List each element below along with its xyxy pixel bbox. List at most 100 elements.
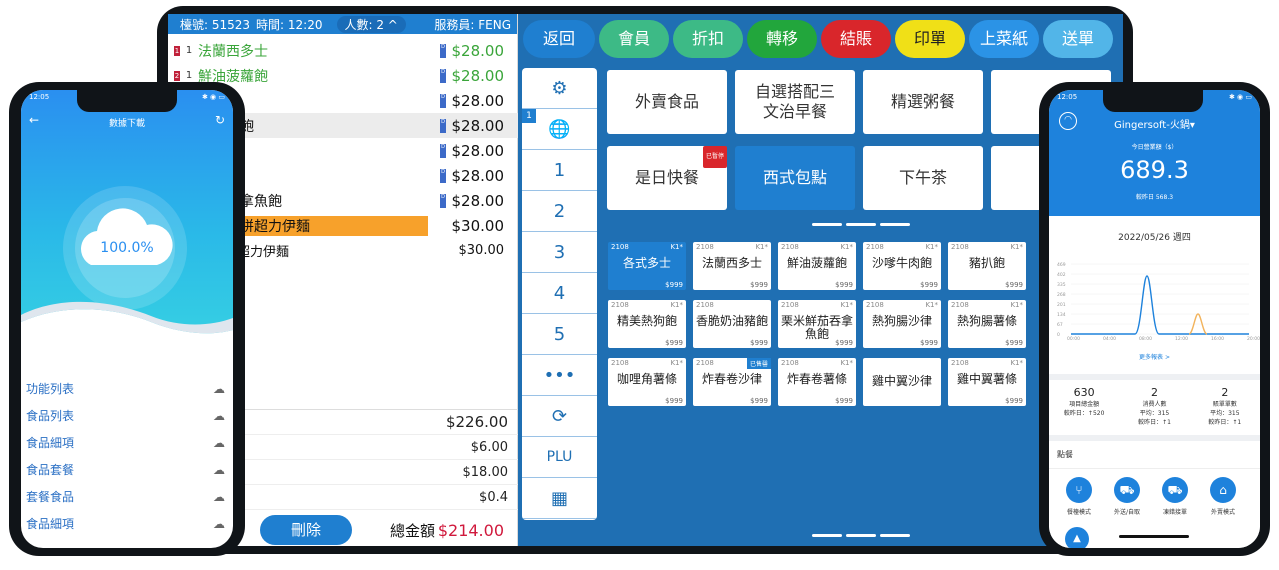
shop-selector[interactable]: Gingersoft-火鍋▾ [1049, 116, 1260, 131]
cloud-download-icon[interactable]: ☁ [213, 490, 225, 504]
item-name: 豬扒飽 [968, 256, 1005, 270]
category-tile[interactable]: 西式包點 [735, 146, 855, 210]
download-list-item[interactable]: 食品細項 ☁ [21, 510, 233, 537]
download-list-item[interactable]: 食品套餐 ☁ [21, 456, 233, 483]
more-reports-link[interactable]: 更多報表 > [1049, 352, 1260, 361]
cloud-download-icon[interactable]: ☁ [213, 409, 225, 423]
item-code: 2108 [781, 243, 799, 251]
menu-item[interactable]: 2108 K1* 各式多士 $999 [608, 242, 686, 290]
sidebar-cat-3[interactable]: 1 [522, 150, 597, 191]
toolbar-button-7[interactable]: 上菜紙 [969, 20, 1039, 58]
item-price: $28.00 [451, 166, 505, 185]
menu-item[interactable]: 2108 K1* 炸春卷薯條 $999 [778, 358, 856, 406]
discount-tag-icon: D [440, 94, 446, 108]
download-list-item[interactable]: 功能列表 ☁ [21, 375, 233, 402]
category-tile[interactable]: 下午茶 [863, 146, 983, 210]
sidebar-cat-10[interactable]: PLU [522, 437, 597, 478]
item-code: 2108 [696, 359, 714, 367]
menu-item[interactable]: 2108 K1* 咖哩角薯條 $999 [608, 358, 686, 406]
menu-item[interactable]: 2108 K1* 鮮油菠蘿飽 $999 [778, 242, 856, 290]
toolbar-button-6[interactable]: 印單 [895, 20, 965, 58]
sidebar-cat-8[interactable]: ••• [522, 355, 597, 396]
sidebar-cat-7[interactable]: 5 [522, 314, 597, 355]
category-tile[interactable]: 自選搭配三 文治早餐 [735, 70, 855, 134]
item-name: 炸春卷薯條 [786, 372, 847, 386]
item-name: 雞中翼薯條 [956, 372, 1017, 386]
sidebar-cat-6[interactable]: 4 [522, 273, 597, 314]
ordering-tile[interactable]: ⛟ 外送/自取 [1107, 477, 1147, 516]
item-code: 2108 [866, 243, 884, 251]
item-kitchen: K1* [755, 243, 768, 251]
category-tile[interactable]: 精選粥餐 [863, 70, 983, 134]
download-list-item[interactable]: 食品列表 ☁ [21, 402, 233, 429]
category-label: 下午茶 [898, 168, 947, 187]
category-sidebar: ⚙ 🌐 1 1 2 3 4 5 ••• ⟳ PLU ▦ [522, 68, 597, 520]
x-tick-label: 08:00 [1139, 336, 1152, 342]
menu-item[interactable]: 2108 炸春卷沙律 $999 已售罄 [693, 358, 771, 406]
sidebar-cat-1[interactable]: ⚙ [522, 68, 597, 109]
delete-button[interactable]: 刪除 [260, 515, 352, 545]
category-label: 自選搭配三 文治早餐 [754, 82, 835, 121]
menu-item[interactable]: 2108 K1* 雞中翼薯條 $999 [948, 358, 1026, 406]
item-price: $999 [1005, 281, 1023, 289]
cloud-download-icon[interactable]: ☁ [213, 463, 225, 477]
menu-item[interactable]: 2108 K1* 沙嗲牛肉飽 $999 [863, 242, 941, 290]
discount-tag-icon: D [440, 144, 446, 158]
download-item-label: 套餐食品 [26, 490, 75, 504]
order-item-row[interactable]: 1 1 法蘭西多士 D $28.00 [168, 38, 518, 63]
item-kitchen: K1* [1010, 359, 1023, 367]
sidebar-cat-11[interactable]: ▦ [522, 478, 597, 519]
category-tile[interactable]: 外賣食品 [607, 70, 727, 134]
bell-icon[interactable]: ▲ [1065, 527, 1089, 548]
toolbar-button-3[interactable]: 折扣 [673, 20, 743, 58]
ordering-mode-icon: ⑂ [1066, 477, 1092, 503]
cloud-download-icon[interactable]: ☁ [213, 517, 225, 531]
item-price: $30.00 [458, 243, 505, 258]
x-tick-label: 04:00 [1103, 336, 1116, 342]
menu-item[interactable]: 2108 K1* 豬扒飽 $999 [948, 242, 1026, 290]
menu-item[interactable]: 2108 K1* 熱狗腸沙律 $999 [863, 300, 941, 348]
stat-value: 2 [1221, 386, 1229, 399]
toolbar-button-5[interactable]: 結賬 [821, 20, 891, 58]
cloud-download-icon[interactable]: ☁ [213, 382, 225, 396]
cloud-download-icon[interactable]: ☁ [213, 436, 225, 450]
ordering-tile[interactable]: ⛟ 凍錯接單 [1155, 477, 1195, 516]
sidebar-cat-4[interactable]: 2 [522, 191, 597, 232]
ordering-tile[interactable]: ⌂ 外賣模式 [1203, 477, 1243, 516]
toolbar-button-2[interactable]: 會員 [599, 20, 669, 58]
item-name: 法蘭西多士 [198, 43, 268, 60]
refresh-icon[interactable]: ↻ [215, 113, 225, 127]
ordering-mode-icon: ⛟ [1114, 477, 1140, 503]
item-name: 鮮油菠蘿飽 [198, 68, 268, 85]
y-tick-label: 402 [1057, 272, 1066, 278]
ordering-tile[interactable]: ⑂ 餐檯模式 [1059, 477, 1099, 516]
toolbar-button-4[interactable]: 轉移 [747, 20, 817, 58]
download-list-item[interactable]: 套餐食品 ☁ [21, 483, 233, 510]
category-label: 精選粥餐 [890, 92, 955, 111]
ordering-tile-label: 凍錯接單 [1162, 509, 1187, 516]
menu-item[interactable]: 2108 K1* 精美熱狗飽 $999 [608, 300, 686, 348]
item-kitchen: K1* [670, 359, 683, 367]
stat-sub: 較昨日：↑520 [1063, 410, 1105, 417]
stat-item: 630 項目總金額 較昨日：↑520 [1049, 380, 1119, 429]
menu-item[interactable]: 2108 香脆奶油豬飽 $999 [693, 300, 771, 348]
item-pager [812, 534, 910, 537]
category-tile[interactable]: 是日快餐 已暫停 [607, 146, 727, 210]
sidebar-cat-5[interactable]: 3 [522, 232, 597, 273]
sidebar-cat-9[interactable]: ⟳ [522, 396, 597, 437]
item-kitchen: K1* [670, 243, 683, 251]
item-price: $30.00 [451, 216, 505, 235]
y-tick-label: 469 [1057, 262, 1066, 268]
menu-item[interactable]: 2108 K1* 熱狗腸薯條 $999 [948, 300, 1026, 348]
download-list-item[interactable]: 食品細項 ☁ [21, 429, 233, 456]
menu-item[interactable]: 雞中翼沙律 [863, 358, 941, 406]
toolbar-button-8[interactable]: 送單 [1043, 20, 1113, 58]
menu-item[interactable]: 2108 K1* 栗米鮮茄吞拿 魚飽 $999 [778, 300, 856, 348]
report-date: 2022/05/26 週四 [1118, 233, 1191, 243]
menu-item[interactable]: 2108 K1* 法蘭西多士 $999 [693, 242, 771, 290]
item-code: 2108 [781, 301, 799, 309]
guest-count-dropdown[interactable]: 人數: 2 ^ [336, 15, 406, 33]
x-tick-label: 16:00 [1211, 336, 1224, 342]
toolbar-button-1[interactable]: 返回 [523, 20, 595, 58]
sidebar-cat-2[interactable]: 🌐 1 [522, 109, 597, 150]
